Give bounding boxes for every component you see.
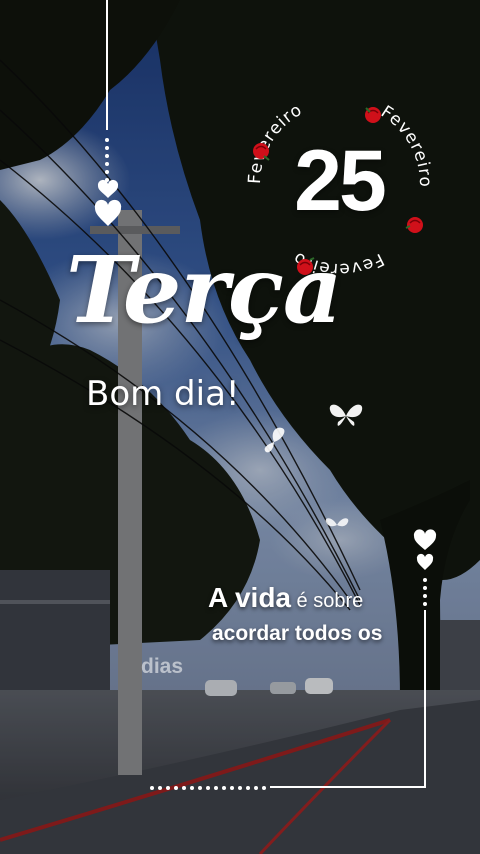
heart-icon [94,179,122,226]
rose-icon [253,143,270,161]
quote-emphasis: A vida [208,582,291,613]
day-name-title: Terça [66,236,343,344]
day-number: 25 [294,133,387,229]
quote-line-3: dias [141,655,184,678]
butterfly-icon [325,518,349,527]
rose-icon [405,217,423,233]
heart-icon [413,529,437,570]
quote-line-2: acordar todos os [212,622,383,645]
quote-continuation: é sobre [291,590,364,612]
quote-line-1: A vida é sobre [208,582,363,614]
greeting-text: Bom dia! [86,374,240,414]
rose-icon [365,107,381,123]
butterfly-icon [329,404,363,426]
butterfly-icon [264,427,285,453]
